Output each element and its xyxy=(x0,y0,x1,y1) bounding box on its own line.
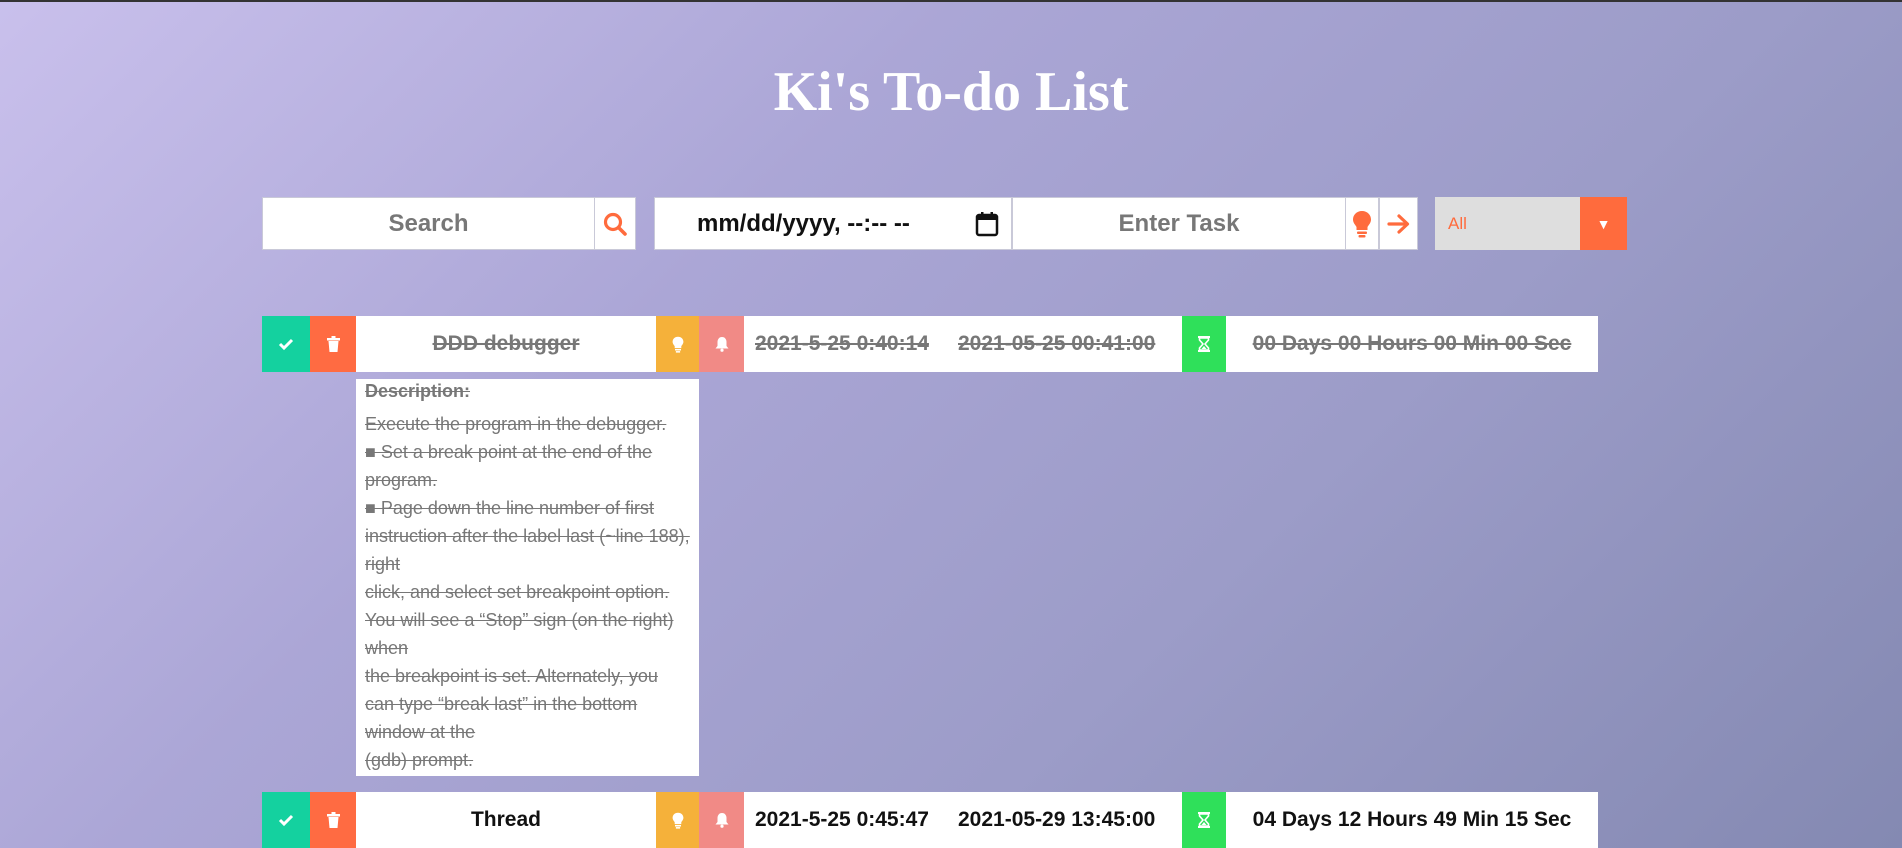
task-due-time: 2021-05-29 13:45:00 xyxy=(958,792,1182,848)
description-line: ■ Set a break point at the end of the pr… xyxy=(365,442,653,490)
complete-button[interactable] xyxy=(262,792,310,848)
lightbulb-icon xyxy=(1353,210,1371,237)
description-line: (gdb) prompt. xyxy=(365,750,474,770)
description-line: Execute the program in the debugger. xyxy=(365,414,667,434)
description-toggle-button[interactable] xyxy=(656,792,699,848)
search-icon xyxy=(603,212,627,236)
countdown-button[interactable] xyxy=(1182,316,1226,372)
add-description-button[interactable] xyxy=(1345,197,1379,250)
task-row: Thread 2021-5-25 0:45:47 2021-05-29 13:4… xyxy=(262,792,1598,848)
description-line: ■ Page down the line number of first ins… xyxy=(365,498,690,574)
trash-icon xyxy=(326,812,340,828)
description-line: click, and select set breakpoint option.… xyxy=(365,582,674,658)
lightbulb-icon xyxy=(672,812,683,829)
task-description-panel: Description: Execute the program in the … xyxy=(356,379,699,776)
reminder-button[interactable] xyxy=(699,792,744,848)
task-time-remaining: 00 Days 00 Hours 00 Min 00 Sec xyxy=(1226,316,1598,372)
filter-select[interactable]: All xyxy=(1435,197,1580,250)
hourglass-icon xyxy=(1198,336,1210,352)
task-name[interactable]: DDD debugger xyxy=(356,316,656,372)
calendar-icon[interactable] xyxy=(975,211,999,237)
delete-button[interactable] xyxy=(310,316,356,372)
complete-button[interactable] xyxy=(262,316,310,372)
countdown-button[interactable] xyxy=(1182,792,1226,848)
description-toggle-button[interactable] xyxy=(656,316,699,372)
arrow-right-icon xyxy=(1386,213,1409,234)
hourglass-icon xyxy=(1198,812,1210,828)
task-start-time: 2021-5-25 0:45:47 xyxy=(744,792,958,848)
datetime-placeholder: mm/dd/yyyy, --:-- -- xyxy=(697,209,910,237)
search-input[interactable] xyxy=(263,198,594,249)
datetime-input[interactable]: mm/dd/yyyy, --:-- -- xyxy=(654,197,1012,250)
task-name[interactable]: Thread xyxy=(356,792,656,848)
delete-button[interactable] xyxy=(310,792,356,848)
add-task-button[interactable] xyxy=(1379,197,1418,250)
bell-icon xyxy=(715,813,728,828)
task-row: DDD debugger 2021-5-25 0:40:14 2021-05-2… xyxy=(262,316,1598,372)
task-input[interactable] xyxy=(1013,198,1345,249)
task-start-time: 2021-5-25 0:40:14 xyxy=(744,316,958,372)
chevron-down-icon: ▼ xyxy=(1596,215,1611,232)
task-field xyxy=(1012,197,1346,250)
description-line: the breakpoint is set. Alternately, you … xyxy=(365,666,658,742)
bell-icon xyxy=(715,337,728,352)
lightbulb-icon xyxy=(672,336,683,353)
app-title: Ki's To-do List xyxy=(773,61,1129,123)
task-due-time: 2021-05-25 00:41:00 xyxy=(958,316,1182,372)
reminder-button[interactable] xyxy=(699,316,744,372)
description-title: Description: xyxy=(365,381,471,401)
check-icon xyxy=(278,814,294,827)
search-field xyxy=(262,197,595,250)
check-icon xyxy=(278,338,294,351)
search-button[interactable] xyxy=(594,197,636,250)
trash-icon xyxy=(326,336,340,352)
filter-selected-value: All xyxy=(1448,213,1467,233)
filter-dropdown-button[interactable]: ▼ xyxy=(1580,197,1627,250)
task-time-remaining: 04 Days 12 Hours 49 Min 15 Sec xyxy=(1226,792,1598,848)
